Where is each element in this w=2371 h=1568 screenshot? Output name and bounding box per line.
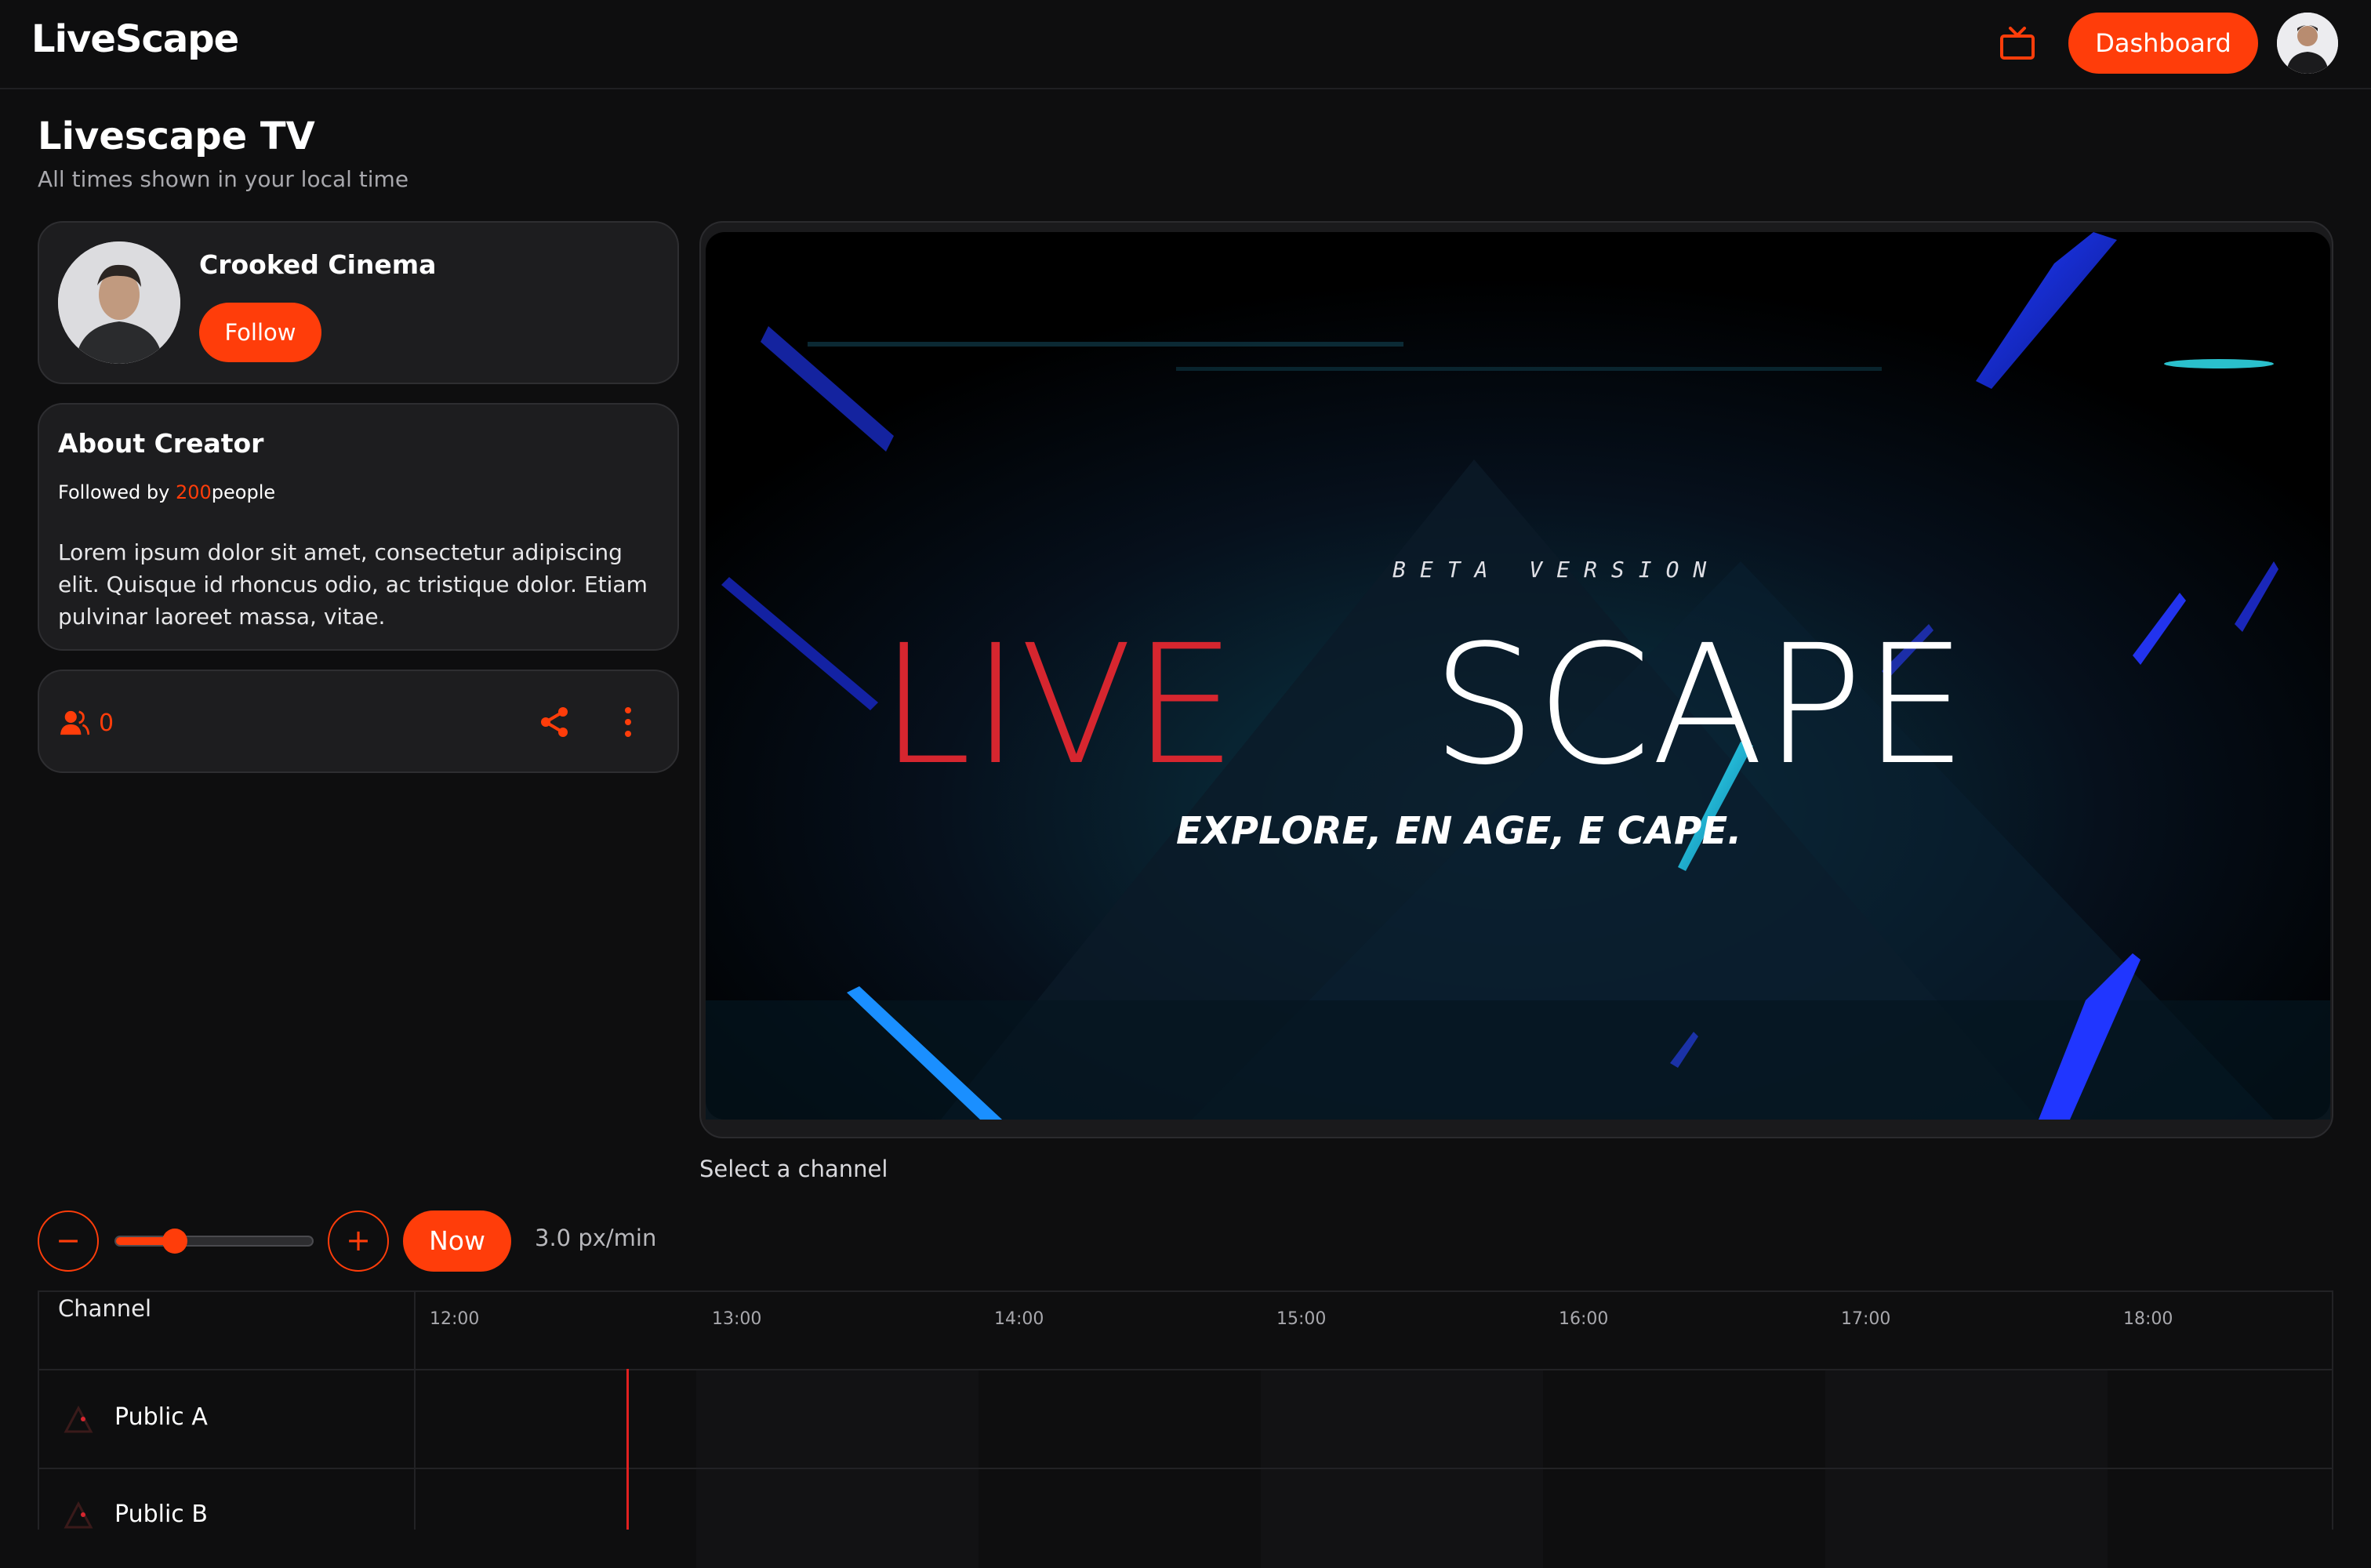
channel-row-public-a[interactable]: Public A	[38, 1369, 2333, 1469]
channel-logo-icon	[64, 1405, 93, 1433]
user-avatar[interactable]	[2277, 13, 2338, 74]
hour-band	[1261, 1370, 1543, 1469]
zoom-slider[interactable]	[114, 1229, 314, 1254]
hour-band	[1825, 1370, 2108, 1469]
zoom-level-label: 3.0 px/min	[535, 1225, 657, 1251]
more-options-icon[interactable]	[616, 706, 640, 739]
tagline-text: EXPLORE, EN AGE, E CAPE.	[1176, 809, 1741, 853]
time-label: 12:00	[430, 1309, 480, 1329]
share-icon[interactable]	[538, 706, 571, 739]
viewer-count: 0	[60, 707, 114, 739]
top-bar: LiveScape Dashboard	[0, 0, 2371, 89]
hour-band	[1261, 1469, 1543, 1568]
tv-icon[interactable]	[1999, 27, 2035, 61]
brand-live-text: LIVE	[880, 609, 1236, 801]
time-label: 18:00	[2123, 1309, 2173, 1329]
channel-name[interactable]: Public B	[114, 1501, 208, 1528]
time-label: 15:00	[1276, 1309, 1327, 1329]
zoom-slider-thumb[interactable]	[162, 1229, 187, 1254]
page-title: Livescape TV	[38, 114, 315, 158]
channel-row-public-b[interactable]: Public B	[38, 1468, 2333, 1568]
schedule-grid: Channel 12:00 13:00 14:00 15:00 16:00 17…	[38, 1290, 2333, 1568]
channel-name[interactable]: Public A	[114, 1403, 208, 1431]
about-creator-card: About Creator Followed by 200people Lore…	[38, 403, 679, 651]
followers-suffix: people	[211, 481, 276, 503]
channel-logo-icon	[64, 1501, 93, 1529]
channel-column-header: Channel	[58, 1295, 152, 1322]
time-label: 13:00	[712, 1309, 762, 1329]
player-artwork: BETA VERSION LIVE SCAPE EXPLORE, EN AGE,…	[706, 232, 2330, 1120]
about-description: Lorem ipsum dolor sit amet, consectetur …	[58, 539, 648, 630]
followers-line: Followed by 200people	[58, 481, 275, 503]
hour-band	[696, 1370, 979, 1469]
beta-version-text: BETA VERSION	[1392, 557, 1720, 583]
users-icon	[60, 710, 89, 735]
app-logo[interactable]: LiveScape	[31, 17, 239, 61]
time-label: 14:00	[994, 1309, 1044, 1329]
creator-actions-card: 0	[38, 670, 679, 773]
now-button[interactable]: Now	[403, 1210, 511, 1272]
time-label: 17:00	[1841, 1309, 1891, 1329]
followers-count: 200	[175, 481, 212, 503]
player-caption: Select a channel	[699, 1156, 888, 1182]
current-time-indicator	[626, 1369, 629, 1530]
dashboard-button[interactable]: Dashboard	[2068, 13, 2258, 74]
time-label: 16:00	[1559, 1309, 1609, 1329]
viewer-count-value: 0	[99, 709, 114, 737]
page-subtitle: All times shown in your local time	[38, 166, 409, 192]
zoom-out-button[interactable]: −	[38, 1210, 99, 1272]
creator-avatar[interactable]	[58, 241, 180, 364]
video-player[interactable]: BETA VERSION LIVE SCAPE EXPLORE, EN AGE,…	[699, 221, 2333, 1138]
about-title: About Creator	[58, 428, 264, 459]
brand-scape-text: SCAPE	[1432, 609, 1967, 801]
creator-card: Crooked Cinema Follow	[38, 221, 679, 384]
hour-band	[696, 1469, 979, 1568]
followers-prefix: Followed by	[58, 481, 176, 503]
creator-name[interactable]: Crooked Cinema	[199, 249, 436, 280]
zoom-in-button[interactable]: +	[328, 1210, 389, 1272]
hour-band	[1825, 1469, 2108, 1568]
follow-button[interactable]: Follow	[199, 303, 321, 362]
